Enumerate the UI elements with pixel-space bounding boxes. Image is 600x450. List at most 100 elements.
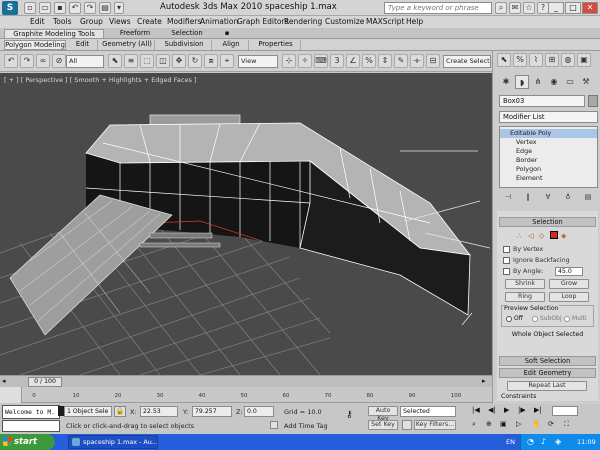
viewport-label[interactable]: [ + ] [ Perspective ] [ Smooth + Highlig… (4, 76, 196, 84)
new-file-icon[interactable]: ▫ (24, 2, 36, 14)
clock[interactable]: 11:09 (577, 438, 596, 446)
edit-named-selections-icon[interactable]: ✎ (394, 54, 408, 68)
link-icon[interactable]: ∞ (36, 54, 50, 68)
reference-coordinate-dropdown[interactable]: View (238, 55, 278, 68)
snaps-toggle-icon[interactable]: 3 (330, 54, 344, 68)
mirror-icon[interactable]: ⟛ (410, 54, 424, 68)
communication-center-icon[interactable]: ✉ (509, 2, 521, 14)
x-coordinate-field[interactable]: 22.53 (140, 406, 178, 417)
manipulate-icon[interactable]: ✧ (298, 54, 312, 68)
create-tab-icon[interactable]: ✱ (499, 75, 513, 89)
redo-icon[interactable]: ↷ (20, 54, 34, 68)
angle-snap-icon[interactable]: ∠ (346, 54, 360, 68)
display-tab-icon[interactable]: ▭ (563, 75, 577, 89)
open-file-icon[interactable]: ▭ (39, 2, 51, 14)
zoom-icon[interactable]: ⌕ (472, 420, 476, 429)
maxscript-output[interactable] (2, 420, 60, 432)
menu-animation[interactable]: Animation (200, 17, 238, 26)
maxscript-listener[interactable]: Welcome to M. (2, 405, 60, 419)
tab-graphite-modeling-tools[interactable]: Graphite Modeling Tools (4, 29, 104, 39)
pivot-center-icon[interactable]: ⊹ (282, 54, 296, 68)
panel-edit[interactable]: Edit (68, 40, 98, 50)
selection-filter-dropdown[interactable]: All (66, 55, 104, 68)
key-mode-dropdown[interactable]: Selected (400, 406, 456, 417)
grow-button[interactable]: Grow (549, 279, 589, 289)
stack-item-polygon[interactable]: Polygon (500, 165, 597, 174)
tab-selection[interactable]: Selection (162, 29, 212, 39)
show-end-result-icon[interactable]: ‖ (521, 191, 535, 204)
preview-off-radio[interactable] (506, 316, 512, 322)
stack-item-element[interactable]: Element (500, 174, 597, 183)
window-crossing-icon[interactable]: ◫ (156, 54, 170, 68)
soft-selection-rollout-header[interactable]: Soft Selection (499, 356, 596, 366)
menu-graph-editors[interactable]: Graph Editors (237, 17, 289, 26)
redo-icon[interactable]: ↷ (84, 2, 96, 14)
time-slider-track[interactable]: ◂ 0 / 100 ▸ (0, 375, 492, 387)
menu-tools[interactable]: Tools (53, 17, 71, 26)
undo-icon[interactable]: ↶ (4, 54, 18, 68)
select-and-rotate-icon[interactable]: ↻ (188, 54, 202, 68)
by-angle-checkbox[interactable] (503, 268, 510, 275)
mini-curve-editor-icon[interactable] (0, 387, 22, 403)
panel-polygon-modeling[interactable]: Polygon Modeling (4, 40, 66, 50)
motion-tab-icon[interactable]: ◉ (547, 75, 561, 89)
select-icon[interactable]: ⬉ (497, 53, 511, 67)
ring-button[interactable]: Ring (505, 292, 545, 302)
auto-key-button[interactable]: Auto Key (368, 406, 398, 422)
favorites-star-icon[interactable]: ☆ (523, 2, 535, 14)
schematic-view-icon[interactable]: ⊞ (545, 53, 559, 67)
keyword-search-input[interactable]: Type a keyword or phrase (384, 2, 492, 14)
save-file-icon[interactable]: ▪ (54, 2, 66, 14)
go-to-start-icon[interactable]: |◀ (472, 406, 480, 414)
menu-views[interactable]: Views (109, 17, 131, 26)
percent-snap-icon[interactable]: % (362, 54, 376, 68)
preview-subobj-radio[interactable] (532, 316, 538, 322)
z-coordinate-field[interactable]: 0.0 (244, 406, 274, 417)
close-button[interactable]: ✕ (582, 2, 598, 14)
field-of-view-icon[interactable]: ▷ (516, 420, 521, 428)
go-to-end-icon[interactable]: ▶| (534, 406, 542, 414)
search-icon[interactable]: ⌕ (495, 2, 507, 14)
keyboard-shortcut-icon[interactable]: ⌨ (314, 54, 328, 68)
shrink-button[interactable]: Shrink (505, 279, 545, 289)
next-frame-icon[interactable]: |▶ (518, 406, 526, 414)
add-time-tag-icon[interactable] (270, 421, 278, 429)
remove-modifier-icon[interactable]: ♁ (561, 191, 575, 204)
menu-help[interactable]: Help (406, 17, 423, 26)
menu-maxscript[interactable]: MAXScript (366, 17, 405, 26)
configure-sets-icon[interactable]: ▤ (581, 191, 595, 204)
named-selection-set-dropdown[interactable]: Create Selection Se (443, 55, 491, 68)
element-level-icon[interactable]: ◈ (561, 232, 566, 240)
time-slider-next-icon[interactable]: ▸ (482, 377, 486, 385)
hierarchy-tab-icon[interactable]: ⋔ (531, 75, 545, 89)
current-frame-field[interactable] (552, 406, 578, 416)
app-logo-icon[interactable]: S (2, 1, 18, 15)
by-vertex-checkbox[interactable] (503, 246, 510, 253)
panel-properties[interactable]: Properties (251, 40, 301, 50)
object-name-field[interactable]: Box03 (499, 95, 585, 107)
minimize-button[interactable]: _ (548, 2, 564, 14)
stack-item-vertex[interactable]: Vertex (500, 138, 597, 147)
pan-view-icon[interactable]: ✋ (532, 420, 541, 428)
zoom-extents-icon[interactable]: ▣ (500, 420, 507, 428)
select-by-name-icon[interactable]: ≡ (124, 54, 138, 68)
orbit-icon[interactable]: ⟳ (548, 420, 554, 428)
menu-modifiers[interactable]: Modifiers (167, 17, 201, 26)
quick-access-dropdown-icon[interactable]: ▾ (114, 2, 124, 14)
material-editor-icon[interactable]: ◍ (561, 53, 575, 67)
border-level-icon[interactable]: ◇ (539, 232, 544, 240)
render-setup-icon[interactable]: ▣ (577, 53, 591, 67)
select-object-icon[interactable]: ⬉ (108, 54, 122, 68)
maximize-viewport-icon[interactable]: ⛶ (564, 420, 569, 429)
menu-group[interactable]: Group (80, 17, 103, 26)
select-and-scale-icon[interactable]: ⧈ (204, 54, 218, 68)
percent-icon[interactable]: % (513, 53, 527, 67)
modifier-list-dropdown[interactable]: Modifier List (499, 111, 598, 123)
language-indicator[interactable]: EN (506, 438, 515, 446)
network-icon[interactable]: ◔ (527, 437, 534, 446)
previous-frame-icon[interactable]: ◀| (488, 406, 496, 414)
security-icon[interactable]: ◈ (555, 437, 561, 446)
add-time-tag-button[interactable]: Add Time Tag (284, 422, 328, 430)
pin-stack-icon[interactable]: ⊣ (501, 191, 515, 204)
time-slider-prev-icon[interactable]: ◂ (2, 377, 6, 385)
